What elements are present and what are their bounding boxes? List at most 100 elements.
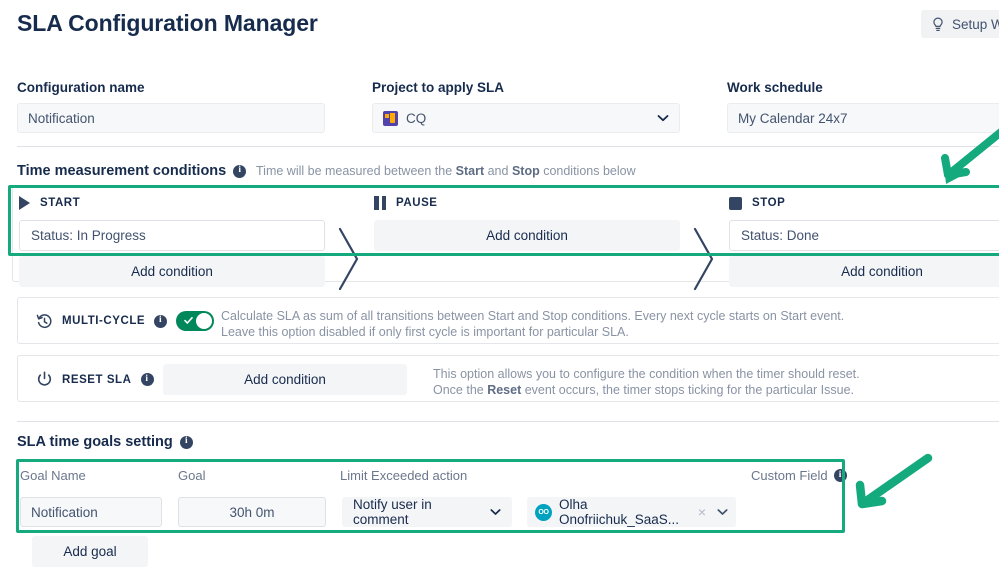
reset-sla-description: This option allows you to configure the … [433,366,999,398]
multi-cycle-label-group: MULTI-CYCLE i [36,311,215,331]
chevron-down-icon [490,509,501,515]
start-label: START [40,197,81,209]
goals-heading: SLA time goals setting i [17,434,193,450]
hint-mid: and [484,164,512,178]
arrow-to-stop-column [941,128,999,184]
stop-header: STOP [729,194,999,212]
add-goal-label: Add goal [63,544,117,559]
start-add-condition-label: Add condition [131,264,213,279]
flow-chevron-icon-2 [693,227,714,291]
project-value: CQ [406,110,427,126]
chevron-down-icon [657,115,669,122]
custom-field-user-select[interactable]: OO Olha Onofriichuk_SaaS... × [527,497,736,527]
work-schedule-select[interactable]: My Calendar 24x7 [727,103,999,133]
stop-condition-text: Status: Done [741,228,820,243]
configuration-name-input[interactable]: Notification [17,103,325,133]
custom-field-header-text: Custom Field [751,468,828,483]
pause-condition-text: Add condition [486,228,568,243]
multi-cycle-toggle[interactable] [176,311,215,331]
info-icon[interactable]: i [154,314,168,328]
project-avatar-icon [383,110,398,126]
goal-name-input[interactable]: Notification [20,497,162,527]
time-conditions-heading: Time measurement conditions i [17,163,247,179]
info-icon[interactable]: i [179,435,193,449]
setup-wizard-label: Setup Wi [952,16,999,32]
pause-header: PAUSE [374,194,680,212]
project-label: Project to apply SLA [372,80,505,95]
configuration-name-label: Configuration name [17,80,145,95]
start-header: START [19,194,325,212]
goal-column-header: Goal [178,468,205,483]
sla-configuration-page: SLA Configuration Manager Setup Wi Confi… [0,0,999,577]
stop-add-condition-button[interactable]: Add condition [729,256,999,287]
play-icon [19,196,30,210]
toggle-knob [196,313,213,329]
page-title: SLA Configuration Manager [17,10,318,36]
multi-cycle-label: MULTI-CYCLE [62,315,146,327]
condition-column-stop: STOP Status: Done Add condition [729,194,999,287]
goal-name-header-text: Goal Name [20,468,86,483]
reset-sla-add-condition-button[interactable]: Add condition [163,364,407,395]
reset-sla-label: RESET SLA [62,373,132,386]
setup-wizard-button[interactable]: Setup Wi [921,10,999,38]
pause-label: PAUSE [396,197,438,209]
goals-heading-text: SLA time goals setting [17,434,173,450]
reset-desc-c: event occurs, the timer stops ticking fo… [521,383,855,397]
start-condition-value[interactable]: Status: In Progress [19,220,325,251]
clear-icon[interactable]: × [698,504,706,520]
stop-condition-value[interactable]: Status: Done [729,220,999,251]
hint-suffix: conditions below [539,164,636,178]
reset-sla-add-condition-label: Add condition [244,372,326,387]
user-chip-label: Olha Onofriichuk_SaaS... [559,497,680,527]
info-icon[interactable]: i [140,373,154,386]
project-select[interactable]: CQ [372,103,680,133]
condition-column-pause: PAUSE Add condition Add condition [374,194,680,287]
info-icon[interactable]: i [233,164,247,178]
arrow-to-custom-field-toggle [855,453,933,509]
check-icon [184,317,193,324]
stop-add-condition-label: Add condition [841,264,923,279]
flow-chevron-icon-1 [338,227,359,291]
chevron-down-icon [717,509,728,515]
work-schedule-value: My Calendar 24x7 [738,110,848,126]
reset-sla-desc-line2: Once the Reset event occurs, the timer s… [433,382,999,398]
info-icon[interactable]: i [833,469,847,482]
start-condition-text: Status: In Progress [31,228,146,243]
multi-cycle-desc-line2: Leave this option disabled if only first… [221,325,629,339]
toggle-knob [784,504,800,520]
pause-add-condition-button[interactable]: Add condition [374,220,680,251]
power-icon [37,371,52,386]
reset-desc-b: Reset [487,383,522,397]
limit-exceeded-action-select[interactable]: Notify user in comment [342,497,512,527]
limit-exceeded-action-value: Notify user in comment [353,497,432,527]
limit-exceeded-column-header: Limit Exceeded action [340,468,467,483]
goal-duration-input[interactable]: 30h 0m [178,497,326,527]
custom-field-column-header: Custom Field i [751,468,847,483]
goal-name-column-header: Goal Name [20,468,86,483]
goal-duration-value: 30h 0m [229,504,275,520]
stop-label: STOP [752,197,786,209]
hint-prefix: Time will be measured between the [256,164,456,178]
divider-top [17,146,999,147]
goal-header-text: Goal [178,468,206,483]
divider-bottom [17,421,999,422]
time-conditions-heading-text: Time measurement conditions [17,163,227,179]
reset-sla-label-group: RESET SLA i [36,371,154,388]
hint-start: Start [455,164,485,178]
reset-sla-desc-line1: This option allows you to configure the … [433,367,860,381]
multi-cycle-desc-line1: Calculate SLA as sum of all transitions … [221,309,845,323]
hint-stop: Stop [511,164,540,178]
avatar: OO [535,503,552,521]
configuration-name-value: Notification [28,110,95,126]
start-add-condition-button[interactable]: Add condition [19,256,325,287]
lightbulb-icon [933,16,943,31]
time-conditions-hint: Time will be measured between the Start … [256,164,636,178]
clock-rewind-icon [36,313,52,328]
close-icon [767,508,775,516]
multi-cycle-description: Calculate SLA as sum of all transitions … [221,308,921,340]
goal-name-value: Notification [31,504,98,520]
add-goal-button[interactable]: Add goal [32,536,148,567]
condition-column-start: START Status: In Progress Add condition [19,194,325,287]
avatar-initials: OO [538,508,549,516]
reset-desc-a: Once the [433,383,488,397]
